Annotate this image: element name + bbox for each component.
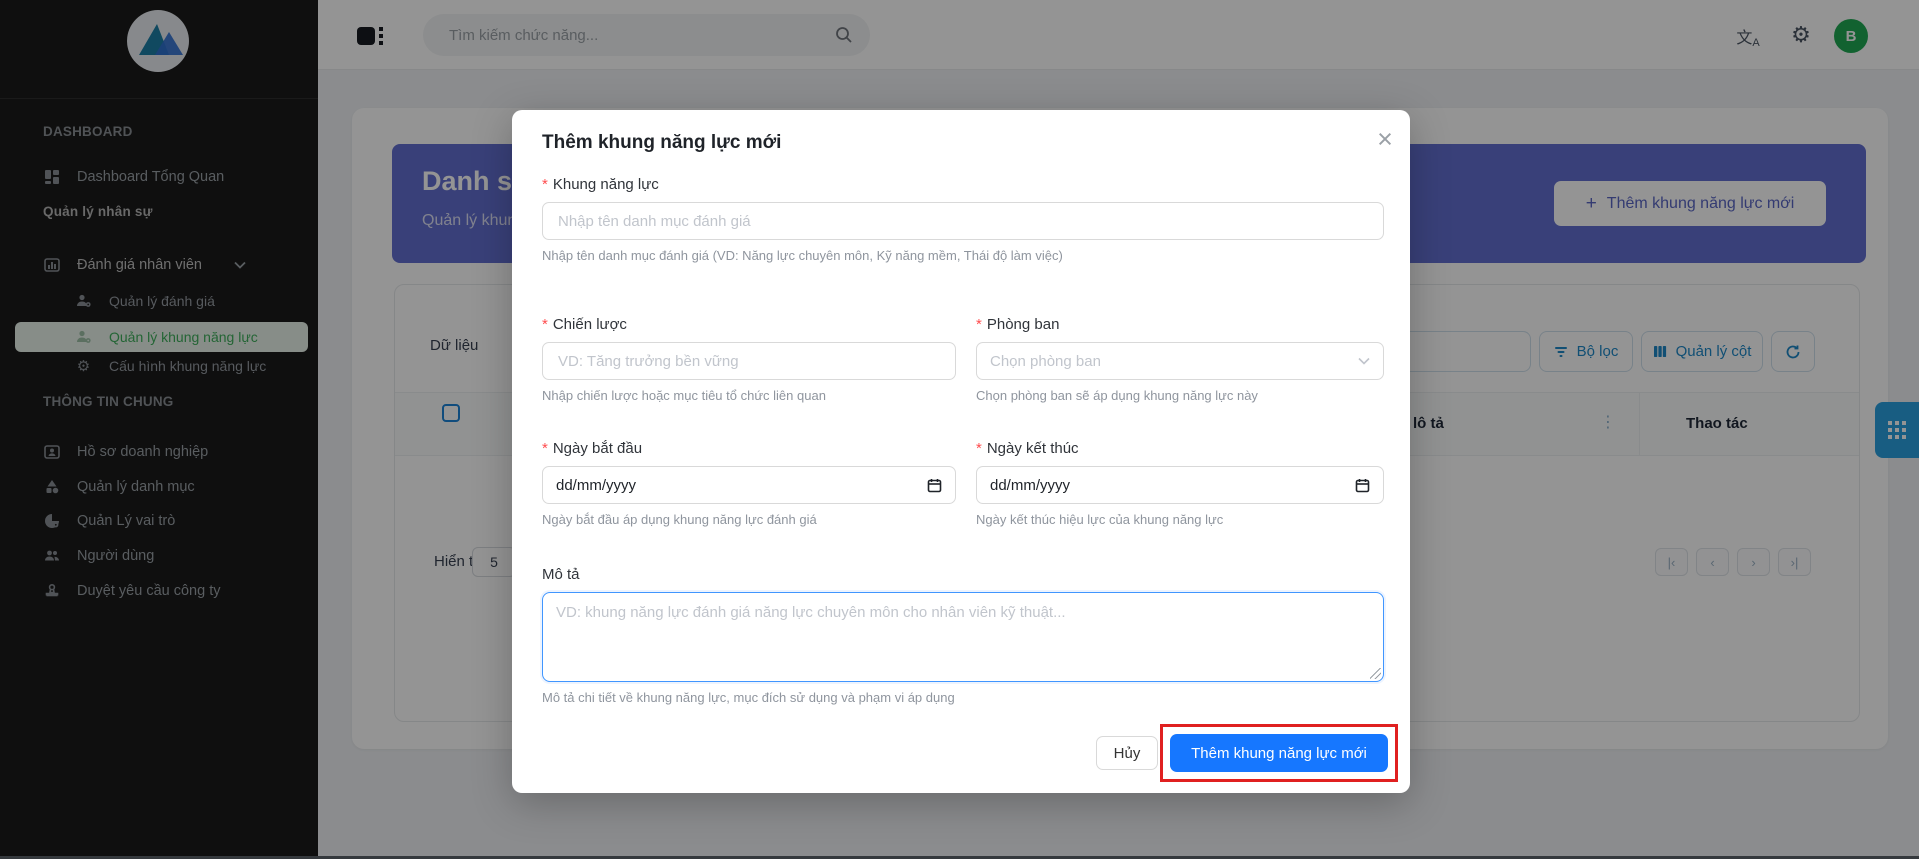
close-icon[interactable]: × — [1370, 124, 1400, 154]
cancel-button[interactable]: Hủy — [1096, 736, 1158, 770]
department-help: Chọn phòng ban sẽ áp dụng khung năng lực… — [976, 388, 1258, 403]
department-select-placeholder: Chọn phòng ban — [990, 353, 1101, 370]
start-date-label: *Ngày bắt đầu — [542, 440, 642, 457]
textarea-resize-handle[interactable] — [1370, 668, 1381, 679]
required-mark: * — [542, 440, 548, 457]
end-date-help: Ngày kết thúc hiệu lực của khung năng lự… — [976, 512, 1223, 527]
required-mark: * — [976, 316, 982, 333]
department-label: *Phòng ban — [976, 316, 1059, 333]
end-date-field[interactable]: dd/mm/yyyy — [976, 466, 1384, 504]
start-date-value: dd/mm/yyyy — [556, 477, 636, 494]
calendar-icon — [927, 478, 942, 493]
framework-name-input[interactable] — [556, 212, 1370, 231]
modal-title: Thêm khung năng lực mới — [542, 132, 781, 154]
submit-button[interactable]: Thêm khung năng lực mới — [1170, 734, 1388, 772]
strategy-input[interactable] — [556, 352, 942, 371]
app-window: DASHBOARD Dashboard Tổng Quan Quản lý nh… — [0, 0, 1919, 864]
strategy-label: *Chiến lược — [542, 316, 627, 333]
calendar-icon — [1355, 478, 1370, 493]
description-help: Mô tả chi tiết về khung năng lực, mục đí… — [542, 690, 955, 705]
strategy-field[interactable] — [542, 342, 956, 380]
required-mark: * — [542, 176, 548, 193]
framework-name-field[interactable] — [542, 202, 1384, 240]
chevron-down-icon — [1358, 357, 1370, 365]
submit-button-label: Thêm khung năng lực mới — [1191, 745, 1367, 762]
end-date-label: *Ngày kết thúc — [976, 440, 1079, 457]
cancel-button-label: Hủy — [1114, 745, 1141, 762]
end-date-value: dd/mm/yyyy — [990, 477, 1070, 494]
framework-name-help: Nhập tên danh mục đánh giá (VD: Năng lực… — [542, 248, 1063, 263]
required-mark: * — [542, 316, 548, 333]
department-select[interactable]: Chọn phòng ban — [976, 342, 1384, 380]
required-mark: * — [976, 440, 982, 457]
start-date-field[interactable]: dd/mm/yyyy — [542, 466, 956, 504]
bottom-whitespace — [0, 859, 1919, 864]
description-textarea[interactable] — [542, 592, 1384, 682]
framework-name-label: *Khung năng lực — [542, 176, 659, 193]
start-date-help: Ngày bắt đầu áp dụng khung năng lực đánh… — [542, 512, 817, 527]
strategy-help: Nhập chiến lược hoặc mục tiêu tổ chức li… — [542, 388, 826, 403]
description-label: Mô tả — [542, 566, 580, 583]
